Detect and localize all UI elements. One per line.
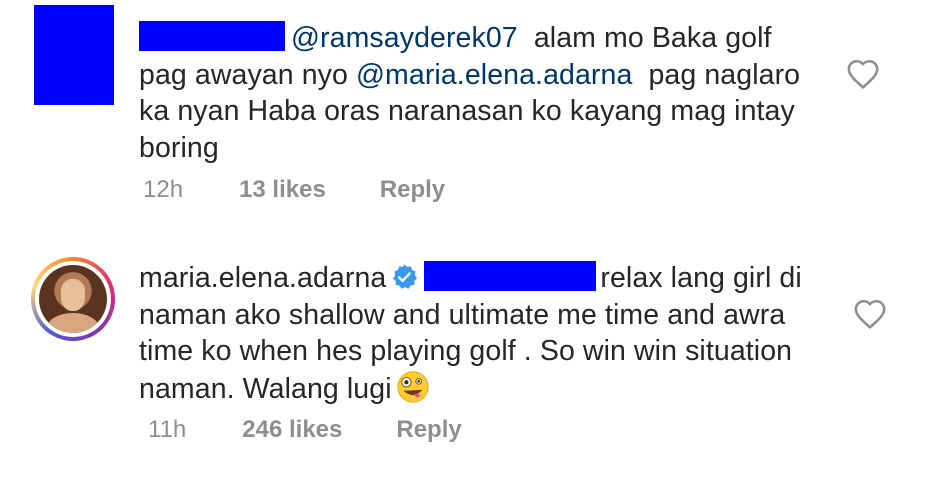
zany-face-emoji [397,370,429,403]
comment-meta: 11h 246 likes Reply [148,416,462,444]
heart-outline-icon[interactable] [846,58,880,90]
verified-badge-icon [393,264,418,289]
mention-link[interactable]: @ramsayderek07 [291,22,518,54]
username-link[interactable]: maria.elena.adarna [139,262,386,294]
comment-time[interactable]: 12h [143,176,183,204]
heart-outline-icon[interactable] [853,298,887,330]
comment-meta: 12h 13 likes Reply [143,176,445,204]
mention-redacted[interactable] [424,261,597,291]
likes-count[interactable]: 13 likes [239,176,326,204]
comment-text: @ramsayderek07 alam mo Baka golf pag awa… [139,20,819,166]
comment-time[interactable]: 11h [148,416,186,444]
comment-text: maria.elena.adarna relax lang girl di na… [139,260,819,407]
profile-photo [39,265,107,333]
reply-button[interactable]: Reply [380,176,445,204]
avatar[interactable] [31,257,115,341]
username-redacted[interactable] [139,21,285,51]
likes-count[interactable]: 246 likes [242,416,342,444]
reply-button[interactable]: Reply [396,416,461,444]
comment-item: @ramsayderek07 alam mo Baka golf pag awa… [0,0,933,230]
mention-link[interactable]: @maria.elena.adarna [356,59,632,91]
avatar-redacted[interactable] [34,5,114,105]
